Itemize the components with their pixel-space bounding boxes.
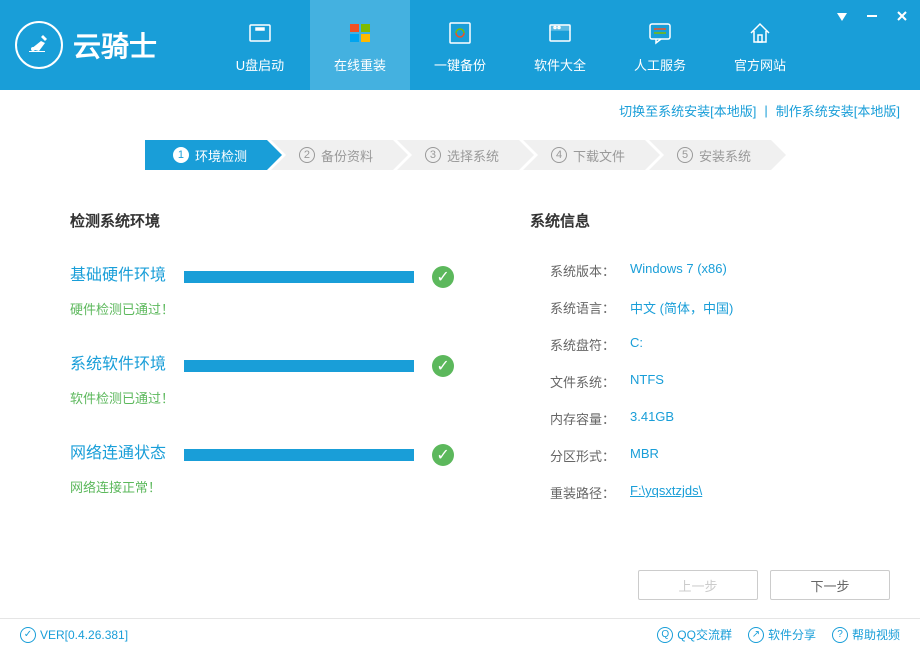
info-language: 系统语言：中文 (简体，中国) [530, 298, 870, 317]
nav-tab-backup[interactable]: 一键备份 [410, 0, 510, 90]
footer-links: QQQ交流群 ↗软件分享 ?帮助视频 [657, 626, 900, 643]
help-link[interactable]: ?帮助视频 [832, 626, 900, 643]
check-software: 系统软件环境 ✓ 软件检测已通过！ [70, 350, 490, 407]
check-hardware: 基础硬件环境 ✓ 硬件检测已通过！ [70, 261, 490, 318]
nav-tab-service[interactable]: 人工服务 [610, 0, 710, 90]
switch-local-link[interactable]: 切换至系统安装[本地版] [619, 101, 756, 120]
version-icon: ✓ [20, 627, 36, 643]
qq-link[interactable]: QQQ交流群 [657, 626, 732, 643]
check-success-icon: ✓ [432, 355, 454, 377]
step-2: 2备份资料 [271, 140, 393, 170]
progress-bar [184, 449, 414, 461]
version-label: ✓ VER[0.4.26.381] [20, 627, 128, 643]
info-filesystem: 文件系统：NTFS [530, 372, 870, 391]
share-icon: ↗ [748, 627, 764, 643]
step-indicator: 1环境检测 2备份资料 3选择系统 4下载文件 5安装系统 [0, 140, 920, 170]
next-button[interactable]: 下一步 [770, 570, 890, 600]
share-link[interactable]: ↗软件分享 [748, 626, 816, 643]
environment-panel: 检测系统环境 基础硬件环境 ✓ 硬件检测已通过！ 系统软件环境 ✓ 软件检测已通… [70, 210, 490, 528]
info-os-version: 系统版本：Windows 7 (x86) [530, 261, 870, 280]
step-5: 5安装系统 [649, 140, 771, 170]
check-label: 网络连通状态 [70, 439, 166, 463]
nav-tabs: U盘启动 在线重装 一键备份 软件大全 人工服务 [210, 0, 810, 90]
window-controls [834, 8, 910, 24]
home-icon [744, 17, 776, 49]
header: 云骑士 U盘启动 在线重装 一键备份 软件大全 [0, 0, 920, 90]
check-label: 基础硬件环境 [70, 261, 166, 285]
step-3: 3选择系统 [397, 140, 519, 170]
progress-bar [184, 271, 414, 283]
prev-button: 上一步 [638, 570, 758, 600]
help-icon: ? [832, 627, 848, 643]
link-separator: | [764, 103, 767, 118]
info-drive: 系统盘符：C: [530, 335, 870, 354]
chat-icon [644, 17, 676, 49]
check-label: 系统软件环境 [70, 350, 166, 374]
close-icon[interactable] [894, 8, 910, 24]
nav-tab-software[interactable]: 软件大全 [510, 0, 610, 90]
app-name: 云骑士 [73, 25, 157, 65]
nav-tab-website[interactable]: 官方网站 [710, 0, 810, 90]
minimize-icon[interactable] [864, 8, 880, 24]
step-1: 1环境检测 [145, 140, 267, 170]
env-title: 检测系统环境 [70, 210, 490, 231]
top-links: 切换至系统安装[本地版] | 制作系统安装[本地版] [0, 90, 920, 130]
menu-icon[interactable] [834, 8, 850, 24]
nav-tab-reinstall[interactable]: 在线重装 [310, 0, 410, 90]
sysinfo-panel: 系统信息 系统版本：Windows 7 (x86) 系统语言：中文 (简体，中国… [490, 210, 870, 528]
check-success-icon: ✓ [432, 266, 454, 288]
info-partition: 分区形式：MBR [530, 446, 870, 465]
nav-tab-usb[interactable]: U盘启动 [210, 0, 310, 90]
check-success-icon: ✓ [432, 444, 454, 466]
progress-bar [184, 360, 414, 372]
qq-icon: Q [657, 627, 673, 643]
refresh-icon [444, 17, 476, 49]
check-status: 软件检测已通过！ [70, 388, 490, 407]
info-memory: 内存容量：3.41GB [530, 409, 870, 428]
logo-area: 云骑士 [0, 21, 210, 69]
usb-icon [244, 17, 276, 49]
step-4: 4下载文件 [523, 140, 645, 170]
nav-buttons: 上一步 下一步 [638, 570, 890, 600]
content: 检测系统环境 基础硬件环境 ✓ 硬件检测已通过！ 系统软件环境 ✓ 软件检测已通… [0, 170, 920, 528]
check-status: 网络连接正常！ [70, 477, 490, 496]
logo-icon [15, 21, 63, 69]
footer: ✓ VER[0.4.26.381] QQQ交流群 ↗软件分享 ?帮助视频 [0, 618, 920, 650]
make-local-link[interactable]: 制作系统安装[本地版] [776, 101, 900, 120]
info-path: 重装路径：F:\yqsxtzjds\ [530, 483, 870, 502]
apps-icon [544, 17, 576, 49]
windows-icon [344, 17, 376, 49]
sysinfo-title: 系统信息 [530, 210, 870, 231]
check-network: 网络连通状态 ✓ 网络连接正常！ [70, 439, 490, 496]
check-status: 硬件检测已通过！ [70, 299, 490, 318]
